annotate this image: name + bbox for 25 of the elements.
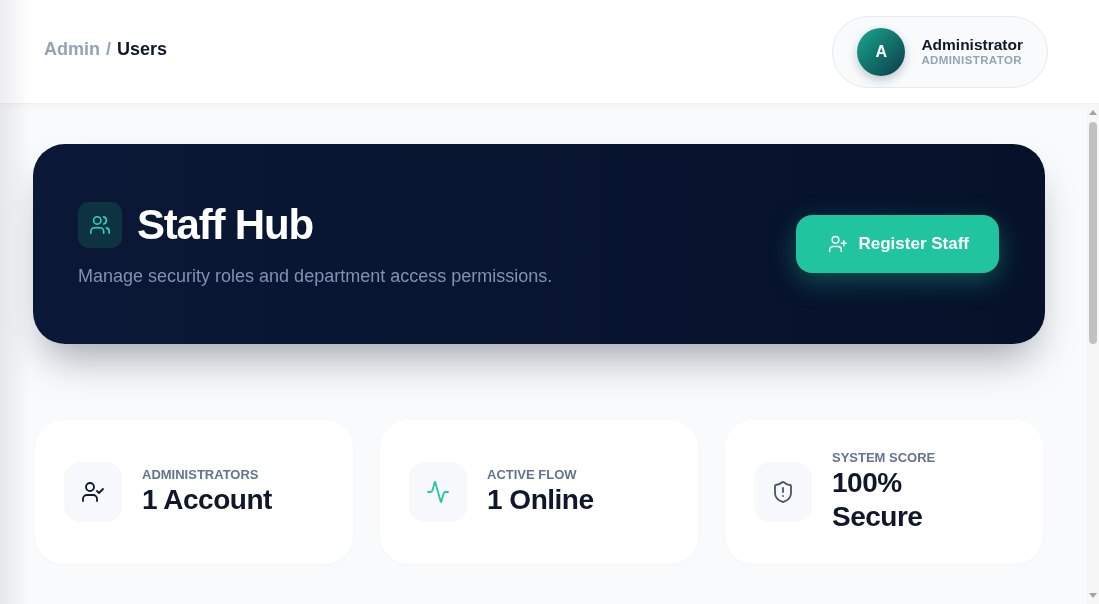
breadcrumb-link[interactable]: Admin: [44, 39, 100, 60]
shield-alert-icon: [754, 462, 812, 522]
down-arrow-icon[interactable]: [1088, 593, 1097, 598]
user-menu[interactable]: A Administrator ADMINISTRATOR: [832, 15, 1048, 88]
user-plus-icon: [828, 234, 849, 254]
user-check-icon: [64, 462, 122, 522]
users-icon: [78, 202, 122, 248]
stat-label: ADMINISTRATORS: [142, 467, 260, 483]
stat-value: 1 Online: [487, 483, 594, 517]
stat-value: 1 Account: [142, 483, 272, 517]
stat-value: 100% Secure: [832, 466, 924, 534]
user-name: Administrator: [921, 36, 1023, 53]
breadcrumb-current: Users: [117, 39, 168, 60]
breadcrumb-separator: /: [106, 39, 111, 60]
register-staff-button[interactable]: Register Staff: [796, 215, 999, 273]
user-role: ADMINISTRATOR: [921, 53, 1023, 67]
pulse-line-icon: [409, 462, 467, 522]
page-title: Staff Hub: [137, 201, 313, 249]
up-arrow-icon[interactable]: [1088, 110, 1097, 115]
stat-label: ACTIVE FLOW: [487, 467, 578, 483]
stat-label: SYSTEM SCORE: [832, 450, 937, 466]
avatar: A: [857, 27, 906, 76]
scrollbar-thumb[interactable]: [1088, 122, 1097, 344]
scrollbar[interactable]: [1086, 104, 1099, 604]
page-subtitle: Manage security roles and department access permissions.: [78, 265, 553, 287]
